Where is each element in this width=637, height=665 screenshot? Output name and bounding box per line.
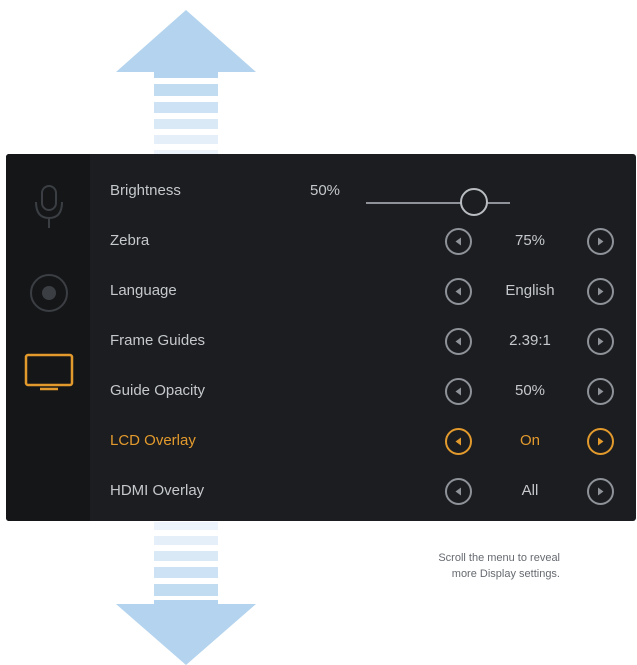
monitor-icon[interactable]: [23, 349, 75, 399]
setting-row-brightness: Brightness 50%: [90, 166, 636, 216]
increase-button[interactable]: [587, 278, 614, 305]
setting-label: Frame Guides: [110, 332, 206, 349]
record-icon[interactable]: [23, 269, 75, 319]
caption-line: more Display settings.: [451, 568, 560, 580]
setting-value: English: [505, 282, 555, 299]
display-settings-menu: Brightness 50% Zebra 75% Language Englis…: [6, 154, 636, 521]
setting-label: Guide Opacity: [110, 382, 206, 399]
triangle-left-icon: [455, 387, 461, 396]
setting-label: Language: [110, 282, 177, 299]
triangle-right-icon: [598, 287, 604, 296]
triangle-left-icon: [455, 437, 461, 446]
increase-button[interactable]: [587, 478, 614, 505]
triangle-left-icon: [455, 487, 461, 496]
decrease-button[interactable]: [445, 428, 472, 455]
setting-label: Brightness: [110, 182, 181, 199]
scroll-hint-caption: Scroll the menu to reveal more Display s…: [350, 550, 560, 582]
setting-label: Zebra: [110, 232, 150, 249]
setting-value: All: [521, 482, 539, 499]
increase-button[interactable]: [587, 428, 614, 455]
triangle-left-icon: [455, 237, 461, 246]
setting-value: 50%: [514, 382, 546, 399]
setting-row-lcd-overlay: LCD Overlay On: [90, 416, 636, 466]
triangle-left-icon: [455, 337, 461, 346]
setting-label: HDMI Overlay: [110, 482, 205, 499]
triangle-right-icon: [598, 437, 604, 446]
triangle-left-icon: [455, 287, 461, 296]
decrease-button[interactable]: [445, 228, 472, 255]
menu-sidebar: [6, 154, 90, 521]
caption-line: Scroll the menu to reveal: [438, 552, 560, 564]
brightness-slider-handle[interactable]: [460, 188, 488, 216]
setting-label: LCD Overlay: [110, 432, 196, 449]
increase-button[interactable]: [587, 328, 614, 355]
setting-row-hdmi-overlay: HDMI Overlay All: [90, 466, 636, 516]
triangle-right-icon: [598, 337, 604, 346]
setting-value: 2.39:1: [509, 332, 551, 349]
increase-button[interactable]: [587, 228, 614, 255]
brightness-slider-track[interactable]: [366, 202, 510, 204]
triangle-right-icon: [598, 487, 604, 496]
increase-button[interactable]: [587, 378, 614, 405]
triangle-right-icon: [598, 237, 604, 246]
brightness-value: 50%: [310, 182, 341, 199]
decrease-button[interactable]: [445, 278, 472, 305]
settings-list: Brightness 50% Zebra 75% Language Englis…: [90, 154, 636, 521]
decrease-button[interactable]: [445, 328, 472, 355]
setting-row-guide-opacity: Guide Opacity 50%: [90, 366, 636, 416]
microphone-icon[interactable]: [23, 182, 75, 232]
decrease-button[interactable]: [445, 478, 472, 505]
setting-row-zebra: Zebra 75%: [90, 216, 636, 266]
scroll-down-arrow-icon: [116, 522, 256, 665]
setting-value: On: [519, 432, 540, 449]
scroll-up-arrow-icon: [116, 10, 256, 158]
setting-row-frame-guides: Frame Guides 2.39:1: [90, 316, 636, 366]
setting-row-language: Language English: [90, 266, 636, 316]
setting-value: 75%: [514, 232, 546, 249]
triangle-right-icon: [598, 387, 604, 396]
decrease-button[interactable]: [445, 378, 472, 405]
